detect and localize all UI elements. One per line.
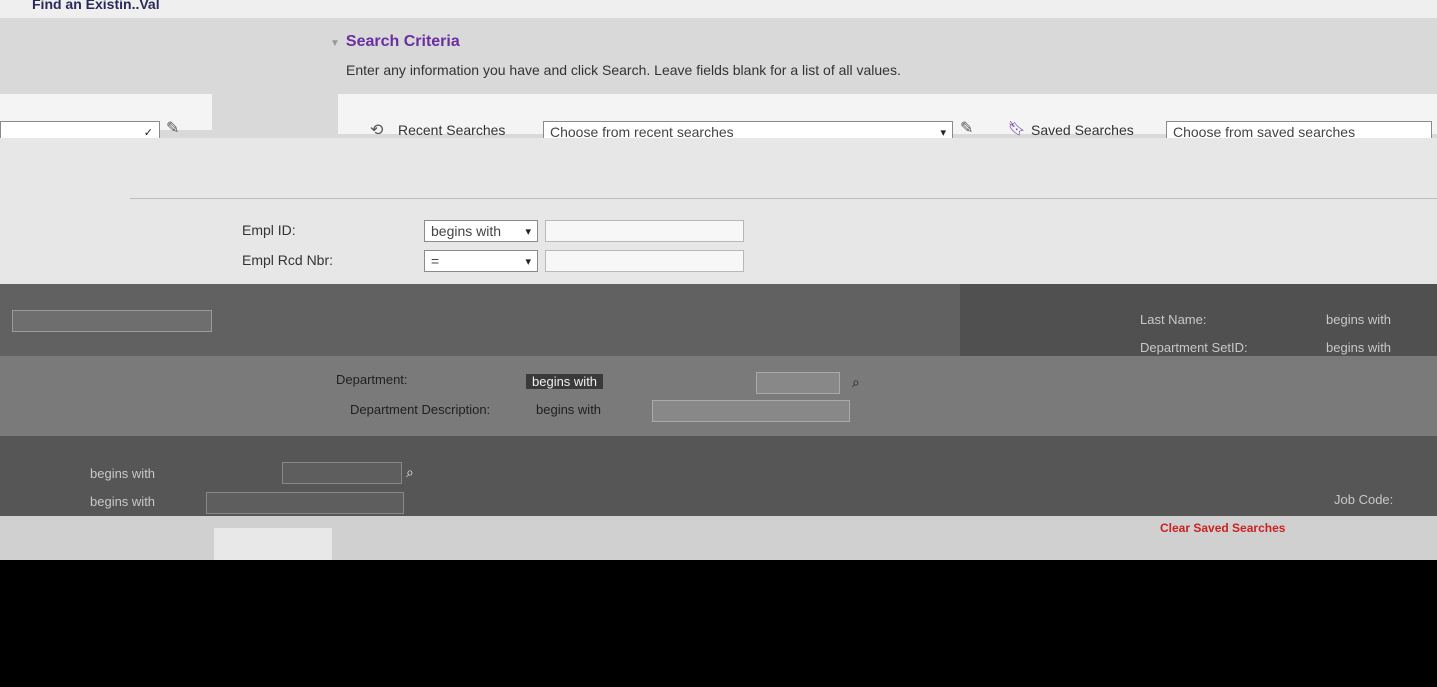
department-description-operator[interactable]: begins with — [536, 402, 601, 417]
left-input-2[interactable] — [282, 462, 402, 484]
left-operator-2[interactable]: begins with — [90, 494, 155, 509]
search-criteria-toggle[interactable]: ▼ Search Criteria — [330, 33, 460, 51]
left-input-1[interactable] — [12, 310, 212, 332]
department-description-input[interactable] — [652, 400, 850, 422]
pencil-icon[interactable]: ✎ — [166, 118, 179, 138]
department-description-label: Department Description: — [350, 402, 491, 417]
bookmark-icon: 🔖︎ — [1008, 120, 1026, 136]
empl-rcd-nbr-input[interactable] — [545, 250, 744, 272]
search-criteria-heading: Search Criteria — [345, 33, 460, 50]
history-icon: ⟲ — [370, 122, 384, 139]
empl-rcd-nbr-operator[interactable]: = ▾ — [424, 250, 538, 272]
department-setid-operator[interactable]: begins with — [1326, 340, 1391, 355]
page-title: Find an Existin..Val — [32, 0, 160, 12]
left-input-3[interactable] — [206, 492, 404, 514]
top-strip — [0, 0, 1437, 18]
empl-id-operator-value: begins with — [431, 223, 502, 239]
empl-rcd-nbr-operator-value: = — [431, 253, 440, 269]
search-icon[interactable]: ⌕ — [406, 464, 414, 481]
left-operator-1[interactable]: begins with — [90, 466, 155, 481]
last-name-label: Last Name: — [1140, 312, 1207, 327]
department-input[interactable] — [756, 372, 840, 394]
black-region — [0, 560, 1437, 687]
department-operator[interactable]: begins with — [526, 374, 604, 389]
department-setid-label: Department SetID: — [1140, 340, 1248, 355]
collapse-triangle-icon: ▼ — [330, 38, 340, 49]
divider — [130, 198, 1437, 199]
edit-recent-icon[interactable]: ✎ — [960, 118, 973, 138]
empl-id-operator[interactable]: begins with ▾ — [424, 220, 538, 242]
clear-saved-searches-link[interactable]: Clear Saved Searches — [1160, 521, 1285, 535]
last-name-operator[interactable]: begins with — [1326, 312, 1391, 327]
chevron-down-icon: ▾ — [940, 126, 946, 139]
lookup-icon[interactable]: ⌕ — [852, 374, 860, 391]
chevron-down-icon: ▾ — [525, 225, 531, 238]
search-instructions: Enter any information you have and click… — [346, 62, 901, 78]
empl-rcd-nbr-label: Empl Rcd Nbr: — [242, 252, 334, 268]
empl-id-label: Empl ID: — [242, 222, 296, 238]
saved-searches-label: Saved Searches — [1031, 122, 1134, 138]
department-label: Department: — [336, 372, 408, 387]
recent-searches-label: Recent Searches — [398, 122, 506, 138]
chevron-down-icon: ✓ — [143, 126, 153, 139]
empl-id-input[interactable] — [545, 220, 744, 242]
job-code-label: Job Code: — [1334, 492, 1394, 507]
glitch-band-mid — [0, 356, 1437, 436]
search-button-area[interactable] — [214, 528, 332, 560]
chevron-down-icon: ▾ — [525, 255, 531, 268]
